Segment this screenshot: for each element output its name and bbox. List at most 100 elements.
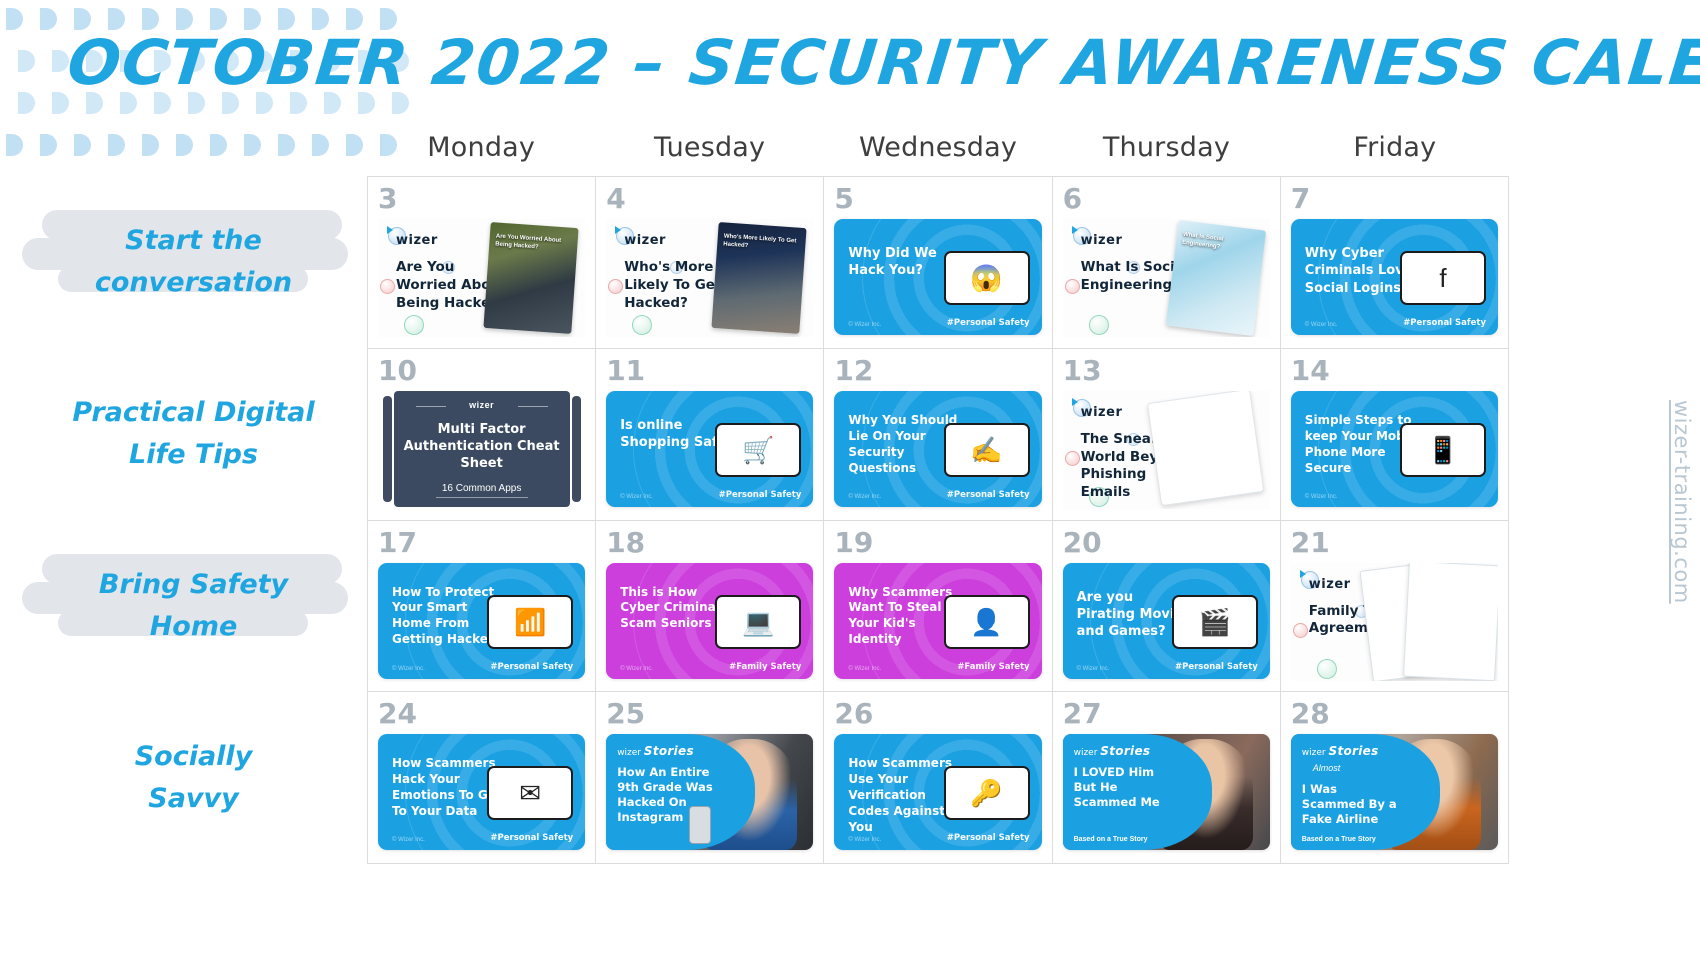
form-stack bbox=[1348, 562, 1498, 681]
person-surprised-sketch-icon: 😱 bbox=[943, 251, 1030, 305]
category-label: Bring Safety Home bbox=[98, 569, 289, 642]
copyright-text: © Wizer Inc. bbox=[392, 665, 425, 672]
promo-card[interactable]: Are you Pirating Movies and Games? 🎬 © W… bbox=[1062, 562, 1270, 679]
wizer-logo: wizer bbox=[1071, 397, 1123, 420]
calendar-day-cell[interactable]: 24 How Scammers Hack Your Emotions To Ge… bbox=[368, 692, 597, 864]
weekday-friday: Friday bbox=[1353, 132, 1437, 163]
calendar-day-cell[interactable]: 5 Why Did We Hack You? 😱 © Wizer Inc. #P… bbox=[824, 177, 1053, 349]
calendar-day-cell[interactable]: 7 Why Cyber Criminals Love Social Logins… bbox=[1280, 177, 1509, 349]
hashtag-label: #Personal Safety bbox=[946, 318, 1030, 328]
story-footer: Based on a True Story bbox=[1073, 836, 1148, 844]
weekday-monday: Monday bbox=[427, 132, 536, 163]
calendar-day-cell[interactable]: 26 How Scammers Use Your Verification Co… bbox=[824, 692, 1053, 864]
video-photo-thumbnail: What Is Social Engineering? bbox=[1165, 220, 1266, 336]
hashtag-label: #Personal Safety bbox=[490, 661, 574, 672]
calendar-day-cell[interactable]: 20 Are you Pirating Movies and Games? 🎬 … bbox=[1052, 520, 1281, 693]
copyright-text: © Wizer Inc. bbox=[848, 322, 882, 328]
calendar-grid: 3 wizer Are You Worried About Being Hack… bbox=[367, 176, 1509, 864]
wifi-router-sketch-icon: 📶 bbox=[487, 594, 574, 649]
copyright-text: © Wizer Inc. bbox=[848, 837, 882, 844]
decorative-bubble-icon bbox=[404, 315, 424, 335]
promo-card[interactable]: Why You Should Lie On Your Security Ques… bbox=[834, 390, 1042, 507]
calendar-day-cell[interactable]: 21 wizer Family Tech Agreement bbox=[1280, 520, 1509, 693]
day-number: 19 bbox=[834, 525, 874, 559]
form-line bbox=[1381, 568, 1384, 586]
cheat-sheet-thumbnail[interactable]: wizer Multi Factor Authentication Cheat … bbox=[378, 390, 585, 507]
decorative-bubble-icon bbox=[1064, 450, 1080, 466]
day-number: 3 bbox=[378, 182, 398, 215]
form-line bbox=[1430, 562, 1432, 580]
promo-card[interactable]: Simple Steps to keep Your Mobile Phone M… bbox=[1290, 390, 1498, 507]
story-thumbnail[interactable]: wizer Stories Almost I Was Scammed By a … bbox=[1290, 734, 1498, 851]
promo-card[interactable]: This is How Cyber Criminals Scam Seniors… bbox=[606, 562, 814, 679]
promo-card[interactable]: How To Protect Your Smart Home From Gett… bbox=[378, 562, 586, 679]
calendar-day-cell[interactable]: 25 wizer Stories How An Entire 9th Grade… bbox=[596, 692, 825, 864]
sheet-subtitle: 16 Common Apps bbox=[435, 483, 528, 498]
decorative-bubble-icon bbox=[608, 279, 624, 294]
calendar-day-cell[interactable]: 12 Why You Should Lie On Your Security Q… bbox=[824, 348, 1053, 521]
calendar-day-cell[interactable]: 19 Why Scammers Want To Steal Your Kid's… bbox=[824, 520, 1053, 693]
sheet-edge bbox=[382, 395, 392, 502]
video-photo-thumbnail: Are You Worried About Being Hacked? bbox=[483, 222, 579, 334]
calendar-day-cell[interactable]: 28 wizer Stories Almost I Was Scammed By… bbox=[1280, 692, 1509, 864]
promo-card[interactable]: How Scammers Use Your Verification Codes… bbox=[834, 734, 1042, 851]
day-number: 27 bbox=[1062, 697, 1102, 731]
day-number: 12 bbox=[834, 353, 874, 387]
story-title: I LOVED Him But He Scammed Me bbox=[1073, 765, 1160, 810]
decorative-bubble-icon bbox=[380, 279, 395, 294]
category-label: Start the conversation bbox=[94, 225, 293, 298]
calendar-day-cell[interactable]: 3 wizer Are You Worried About Being Hack… bbox=[368, 177, 597, 349]
copyright-text: © Wizer Inc. bbox=[1076, 665, 1110, 672]
weekday-thursday: Thursday bbox=[1102, 132, 1230, 163]
calendar-day-cell[interactable]: 17 How To Protect Your Smart Home From G… bbox=[368, 520, 597, 693]
video-thumbnail[interactable]: wizer Are You Worried About Being Hacked… bbox=[378, 219, 586, 337]
calendar-day-cell[interactable]: 14 Simple Steps to keep Your Mobile Phon… bbox=[1280, 348, 1509, 521]
wizer-stories-logo: wizer Stories bbox=[617, 744, 694, 758]
hashtag-label: #Family Safety bbox=[729, 661, 802, 672]
pirate-sketch-icon: 🎬 bbox=[1171, 594, 1258, 649]
day-number: 6 bbox=[1062, 182, 1083, 215]
calendar-day-cell[interactable]: 18 This is How Cyber Criminals Scam Seni… bbox=[596, 520, 825, 693]
infographic-thumbnail[interactable]: wizer The Sneaky World Beyond Phishing E… bbox=[1062, 390, 1270, 509]
wizer-logo-text: wizer bbox=[617, 748, 642, 759]
video-photo-thumbnail: Who's More Likely To Get Hacked? bbox=[711, 222, 807, 334]
person-writing-sketch-icon: ✍ bbox=[943, 422, 1030, 477]
online-shopping-sketch-icon: 🛒 bbox=[715, 422, 802, 477]
video-thumbnail[interactable]: wizer Who's More Likely To Get Hacked? W… bbox=[606, 219, 814, 337]
form-line bbox=[1472, 564, 1473, 582]
promo-card[interactable]: Why Did We Hack You? 😱 © Wizer Inc. #Per… bbox=[834, 219, 1042, 335]
category-row-4: Socially Savvy bbox=[20, 692, 367, 864]
calendar-day-cell[interactable]: 4 wizer Who's More Likely To Get Hacked?… bbox=[596, 177, 825, 349]
calendar-day-cell[interactable]: 6 wizer What Is Social Engineering? What… bbox=[1052, 177, 1281, 349]
form-header-band bbox=[1409, 562, 1411, 579]
story-title: How An Entire 9th Grade Was Hacked On In… bbox=[617, 765, 713, 825]
story-thumbnail[interactable]: wizer Stories How An Entire 9th Grade Wa… bbox=[606, 734, 814, 851]
promo-card[interactable]: Why Cyber Criminals Love Social Logins f… bbox=[1290, 219, 1498, 335]
calendar-day-cell[interactable]: 27 wizer Stories I LOVED Him But He Scam… bbox=[1052, 692, 1281, 864]
calendar-day-cell[interactable]: 11 Is online Shopping Safe? 🛒 © Wizer In… bbox=[596, 348, 825, 521]
calendar-day-cell[interactable]: 13 wizer The Sneaky World Beyond Phishin… bbox=[1052, 348, 1281, 521]
video-thumbnail[interactable]: wizer What Is Social Engineering? What I… bbox=[1062, 219, 1270, 337]
wizer-logo: wizer bbox=[1299, 569, 1351, 592]
day-number: 7 bbox=[1290, 182, 1311, 215]
doc-line bbox=[1242, 390, 1246, 408]
promo-card[interactable]: How Scammers Hack Your Emotions To Get T… bbox=[378, 734, 586, 851]
day-number: 4 bbox=[606, 182, 626, 215]
copyright-text: © Wizer Inc. bbox=[1304, 322, 1338, 328]
calendar-day-cell[interactable]: 10 wizer Multi Factor Authentication Che… bbox=[368, 348, 597, 521]
category-labels-column: Start the conversation Practical Digital… bbox=[20, 176, 367, 864]
site-url-label[interactable]: wizer-training.com bbox=[1670, 400, 1694, 604]
promo-card[interactable]: Why Scammers Want To Steal Your Kid's Id… bbox=[834, 562, 1042, 679]
hashtag-label: #Personal Safety bbox=[1403, 318, 1486, 328]
document-stack bbox=[1146, 390, 1270, 509]
family-agreement-thumbnail[interactable]: wizer Family Tech Agreement bbox=[1290, 562, 1498, 681]
form-line bbox=[1486, 565, 1487, 583]
decorative-bubble-icon bbox=[1316, 658, 1337, 679]
category-row-1: Start the conversation bbox=[20, 176, 367, 348]
promo-card[interactable]: Is online Shopping Safe? 🛒 © Wizer Inc. … bbox=[606, 390, 814, 507]
form-header-band bbox=[1360, 571, 1363, 589]
photo-caption: Who's More Likely To Get Hacked? bbox=[723, 233, 797, 250]
day-number: 18 bbox=[606, 525, 646, 559]
story-thumbnail[interactable]: wizer Stories I LOVED Him But He Scammed… bbox=[1062, 734, 1270, 851]
story-footer: Based on a True Story bbox=[1301, 836, 1376, 844]
